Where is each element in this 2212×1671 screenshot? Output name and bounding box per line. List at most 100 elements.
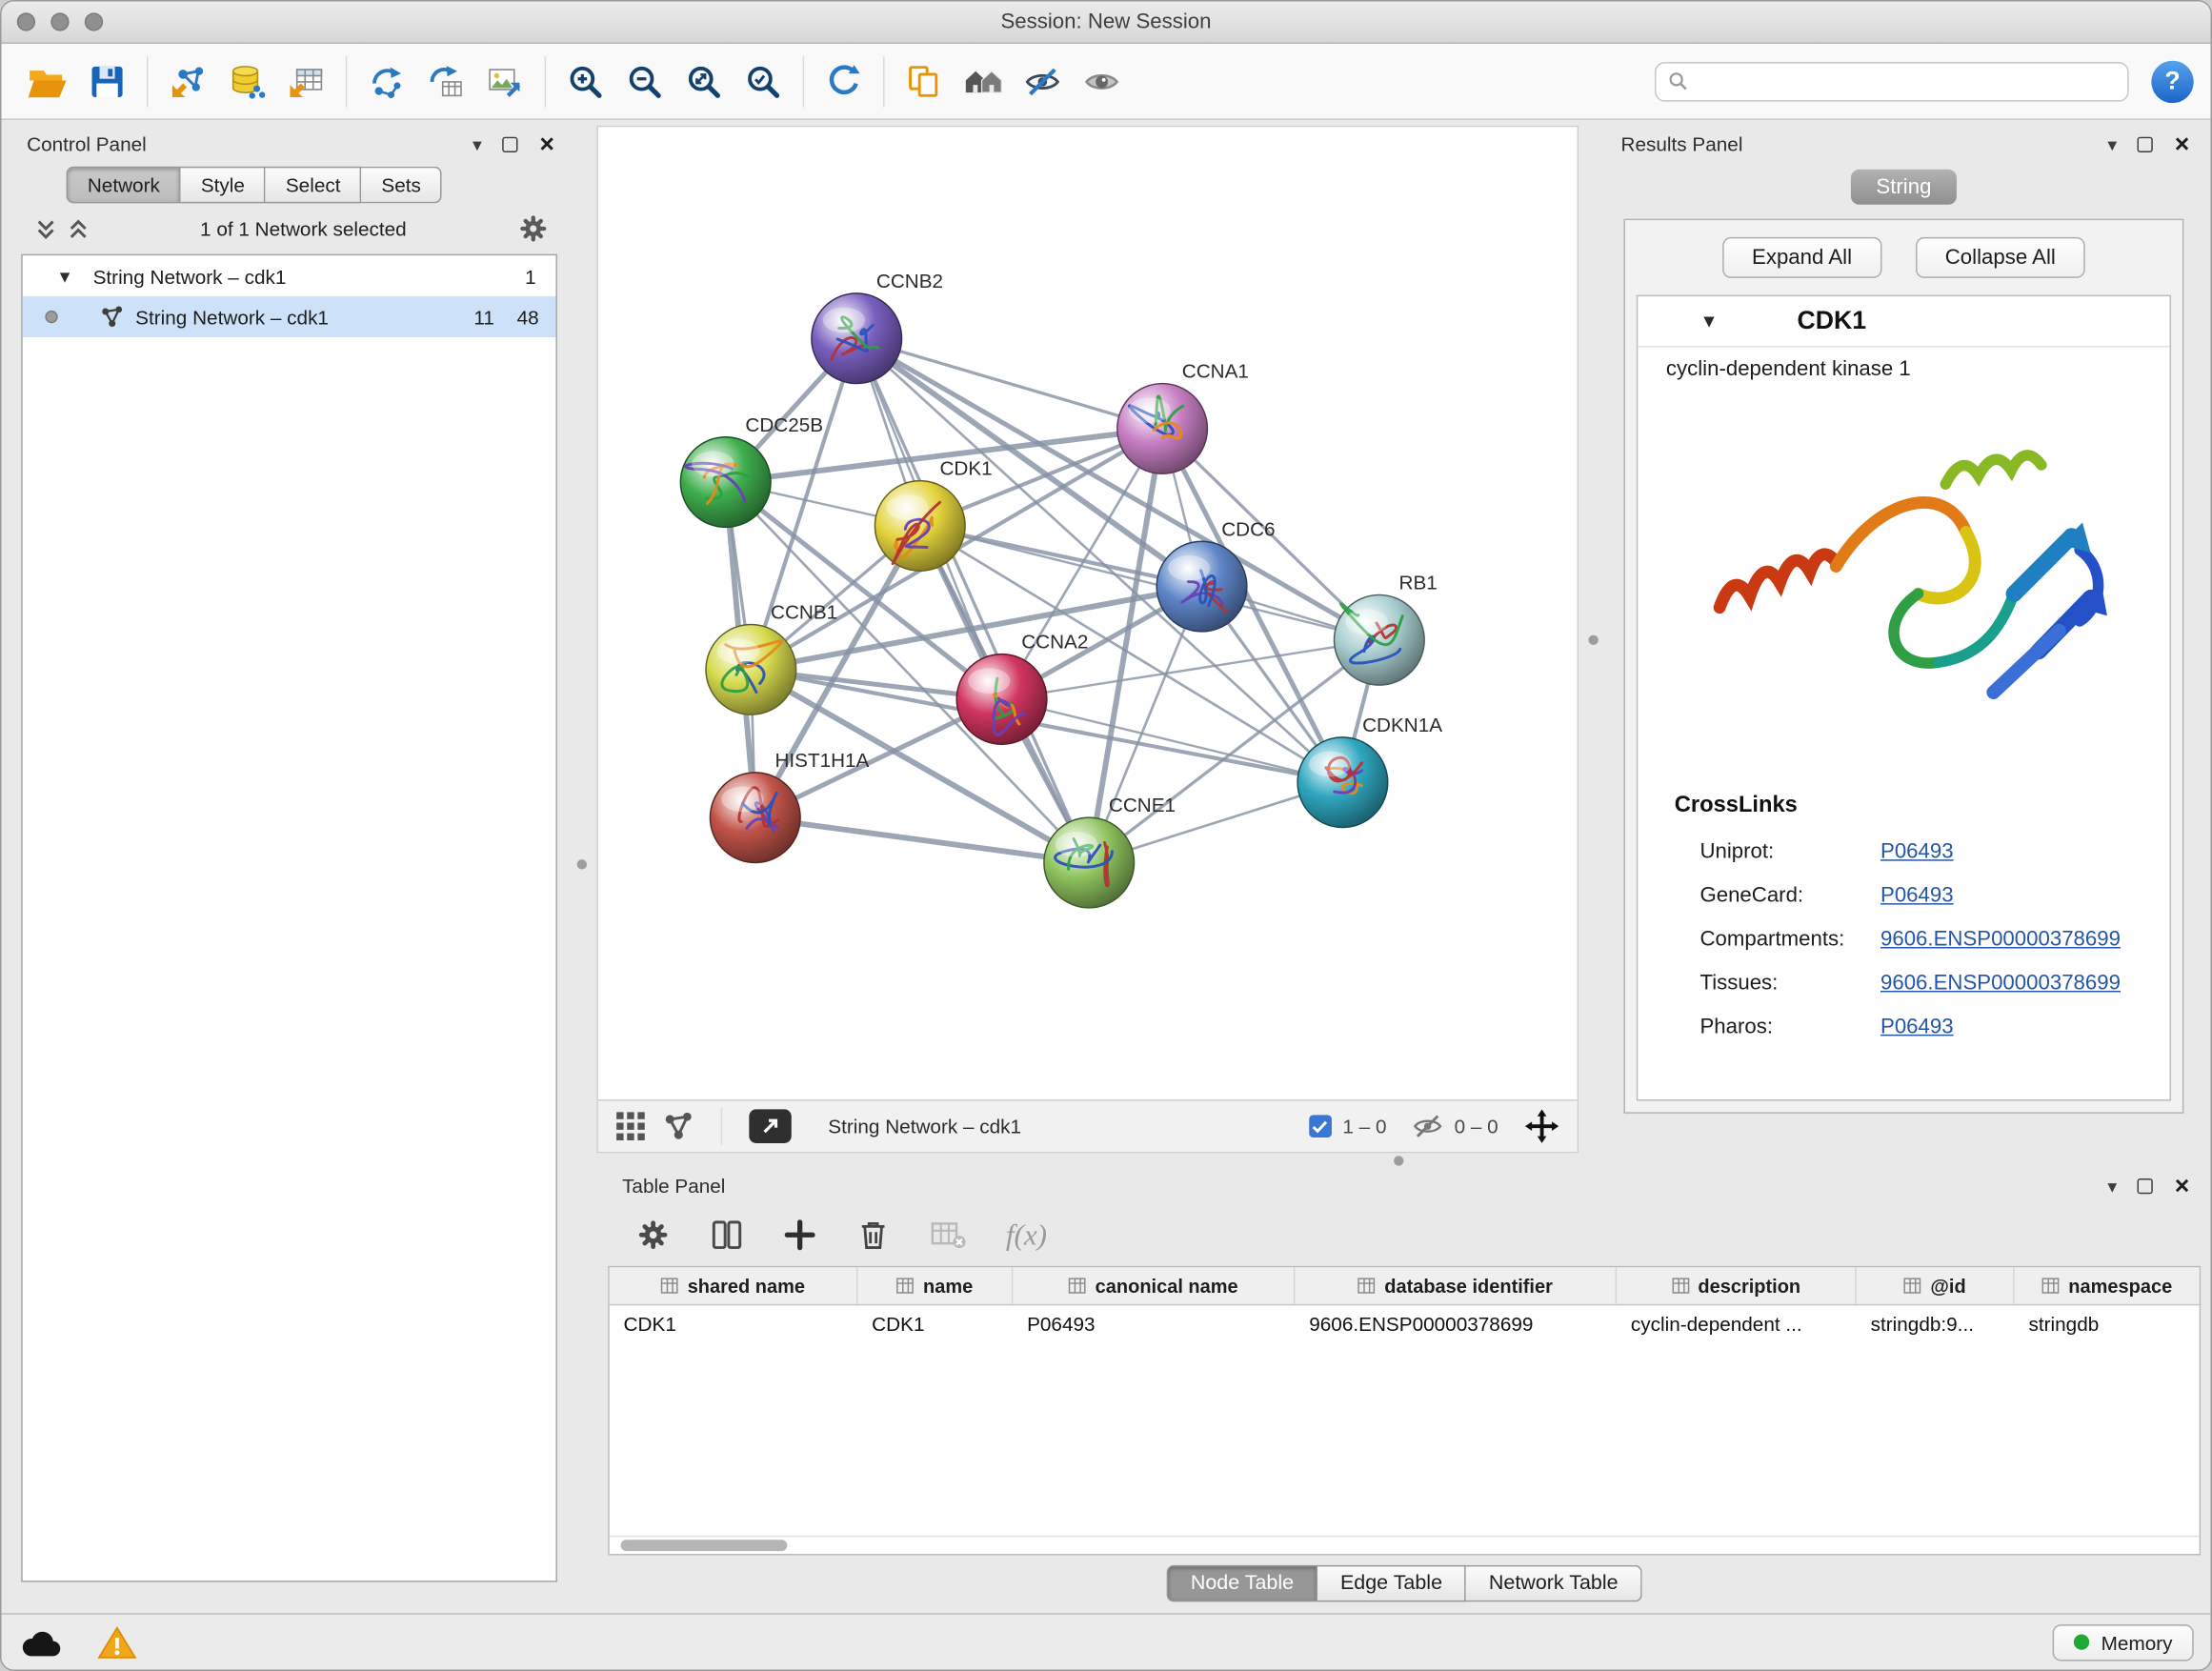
cell-namespace[interactable]: stringdb bbox=[2015, 1313, 2200, 1336]
eye-crossed-button[interactable] bbox=[1013, 51, 1072, 111]
zoom-fit-button[interactable] bbox=[674, 51, 734, 111]
zoom-selected-button[interactable] bbox=[734, 51, 793, 111]
network-node-CDK1[interactable]: CDK1 bbox=[875, 458, 992, 572]
cell-id[interactable]: stringdb:9... bbox=[1857, 1313, 2015, 1336]
protein-caret-icon[interactable]: ▼ bbox=[1699, 311, 1718, 332]
import-network-from-database-button[interactable] bbox=[217, 51, 276, 111]
panel-menu-icon[interactable]: ▾ bbox=[2107, 1177, 2117, 1195]
panel-menu-icon[interactable]: ▾ bbox=[2107, 134, 2117, 152]
warning-icon[interactable] bbox=[97, 1623, 136, 1661]
network-collection-row[interactable]: ▼ String Network – cdk1 1 bbox=[23, 255, 556, 296]
new-network-from-table-button[interactable] bbox=[416, 51, 475, 111]
collapse-all-icon[interactable] bbox=[35, 217, 56, 240]
scrollbar-thumb[interactable] bbox=[621, 1540, 788, 1551]
table-row[interactable]: CDK1 CDK1 P06493 9606.ENSP00000378699 cy… bbox=[610, 1305, 2200, 1342]
window-title: Session: New Session bbox=[1000, 10, 1211, 33]
node-label: CCNA1 bbox=[1182, 361, 1249, 383]
column-header[interactable]: canonical name bbox=[1013, 1267, 1295, 1304]
cell-name[interactable]: CDK1 bbox=[857, 1313, 1013, 1336]
crosslink-link[interactable]: 9606.ENSP00000378699 bbox=[1880, 927, 2121, 951]
memory-button[interactable]: Memory bbox=[2053, 1623, 2193, 1661]
left-splitter[interactable] bbox=[566, 126, 597, 1602]
eye-button[interactable] bbox=[1072, 51, 1131, 111]
title-bar[interactable]: Session: New Session bbox=[1, 1, 2210, 43]
network-glyph-icon[interactable] bbox=[663, 1111, 694, 1142]
tab-select[interactable]: Select bbox=[266, 167, 362, 204]
crosslink-link[interactable]: P06493 bbox=[1880, 883, 1954, 907]
cloud-icon[interactable] bbox=[18, 1623, 66, 1661]
panel-close-icon[interactable]: × bbox=[2175, 131, 2190, 157]
network-node-CCNB2[interactable]: CCNB2 bbox=[812, 271, 943, 384]
tab-edge-table[interactable]: Edge Table bbox=[1317, 1565, 1466, 1602]
zoom-out-button[interactable] bbox=[615, 51, 674, 111]
panel-menu-icon[interactable]: ▾ bbox=[473, 134, 482, 152]
column-header[interactable]: @id bbox=[1857, 1267, 2015, 1304]
crosslink-link[interactable]: P06493 bbox=[1880, 839, 1954, 863]
cell-description[interactable]: cyclin-dependent ... bbox=[1617, 1313, 1857, 1336]
network-node-CCNA1[interactable]: CCNA1 bbox=[1117, 361, 1249, 474]
expand-all-button[interactable]: Expand All bbox=[1722, 237, 1881, 278]
open-session-button[interactable] bbox=[18, 51, 77, 111]
crosslink-link[interactable]: 9606.ENSP00000378699 bbox=[1880, 971, 2121, 995]
table-settings-gear-icon[interactable] bbox=[636, 1218, 671, 1252]
new-network-button[interactable] bbox=[357, 51, 416, 111]
delete-table-icon bbox=[930, 1218, 967, 1252]
column-header[interactable]: name bbox=[857, 1267, 1013, 1304]
crosslink-label: Pharos: bbox=[1699, 1015, 1880, 1038]
search-input[interactable] bbox=[1697, 70, 2116, 92]
cell-shared-name[interactable]: CDK1 bbox=[610, 1313, 858, 1336]
minimize-window-icon[interactable] bbox=[50, 12, 69, 30]
panel-close-icon[interactable]: × bbox=[539, 131, 554, 157]
crosslink-link[interactable]: P06493 bbox=[1880, 1015, 1954, 1038]
show-columns-icon[interactable] bbox=[710, 1218, 744, 1252]
column-header[interactable]: shared name bbox=[610, 1267, 858, 1304]
selected-checkbox-icon[interactable] bbox=[1309, 1115, 1332, 1137]
tab-node-table[interactable]: Node Table bbox=[1167, 1565, 1318, 1602]
tab-sets[interactable]: Sets bbox=[362, 167, 442, 204]
panel-float-icon[interactable] bbox=[2138, 136, 2153, 151]
network-canvas[interactable]: CCNB2CCNA1CDC25BCDK1CDC6RB1CCNB1CCNA2CDK… bbox=[598, 127, 1578, 1099]
cell-canonical-name[interactable]: P06493 bbox=[1013, 1313, 1295, 1336]
delete-column-trash-icon[interactable] bbox=[856, 1218, 891, 1252]
copy-document-button[interactable] bbox=[895, 51, 954, 111]
open-in-new-button[interactable] bbox=[749, 1109, 791, 1143]
maximize-window-icon[interactable] bbox=[85, 12, 103, 30]
panel-float-icon[interactable] bbox=[503, 136, 518, 151]
houses-button[interactable] bbox=[954, 51, 1013, 111]
tab-style[interactable]: Style bbox=[181, 167, 266, 204]
apply-layout-button[interactable] bbox=[814, 51, 873, 111]
network-view: CCNB2CCNA1CDC25BCDK1CDC6RB1CCNB1CCNA2CDK… bbox=[596, 126, 1579, 1153]
add-column-icon[interactable] bbox=[783, 1218, 817, 1252]
cell-database-identifier[interactable]: 9606.ENSP00000378699 bbox=[1295, 1313, 1617, 1336]
panel-float-icon[interactable] bbox=[2138, 1178, 2153, 1193]
collapse-all-button[interactable]: Collapse All bbox=[1916, 237, 2085, 278]
protein-structure-image bbox=[1638, 384, 2169, 765]
birdseye-grid-icon[interactable] bbox=[615, 1111, 647, 1142]
horizontal-splitter[interactable] bbox=[596, 1153, 2201, 1167]
table-horizontal-scrollbar[interactable] bbox=[610, 1536, 2200, 1554]
panel-close-icon[interactable]: × bbox=[2175, 1173, 2190, 1198]
close-window-icon[interactable] bbox=[17, 12, 35, 30]
right-splitter[interactable] bbox=[1579, 126, 1607, 1153]
column-header[interactable]: database identifier bbox=[1295, 1267, 1617, 1304]
tab-network-table[interactable]: Network Table bbox=[1466, 1565, 1642, 1602]
node-label: CDKN1A bbox=[1362, 715, 1442, 736]
import-network-button[interactable] bbox=[158, 51, 217, 111]
column-header[interactable]: namespace bbox=[2015, 1267, 2200, 1304]
collection-caret-icon[interactable]: ▼ bbox=[56, 266, 73, 286]
network-row[interactable]: String Network – cdk1 11 48 bbox=[23, 296, 556, 337]
tab-network[interactable]: Network bbox=[67, 167, 181, 204]
column-header[interactable]: description bbox=[1617, 1267, 1857, 1304]
export-image-button[interactable] bbox=[475, 51, 534, 111]
import-table-button[interactable] bbox=[276, 51, 335, 111]
network-node-RB1[interactable]: RB1 bbox=[1335, 573, 1438, 686]
help-button[interactable]: ? bbox=[2151, 60, 2193, 102]
gear-icon[interactable] bbox=[517, 213, 549, 245]
zoom-in-button[interactable] bbox=[555, 51, 614, 111]
function-builder-button[interactable]: f(x) bbox=[1006, 1218, 1047, 1253]
save-session-button[interactable] bbox=[77, 51, 136, 111]
expand-all-icon[interactable] bbox=[68, 217, 89, 240]
pan-crosshair-icon[interactable] bbox=[1523, 1108, 1560, 1145]
network-node-HIST1H1A[interactable]: HIST1H1A bbox=[710, 750, 869, 863]
tab-string[interactable]: String bbox=[1851, 170, 1957, 205]
